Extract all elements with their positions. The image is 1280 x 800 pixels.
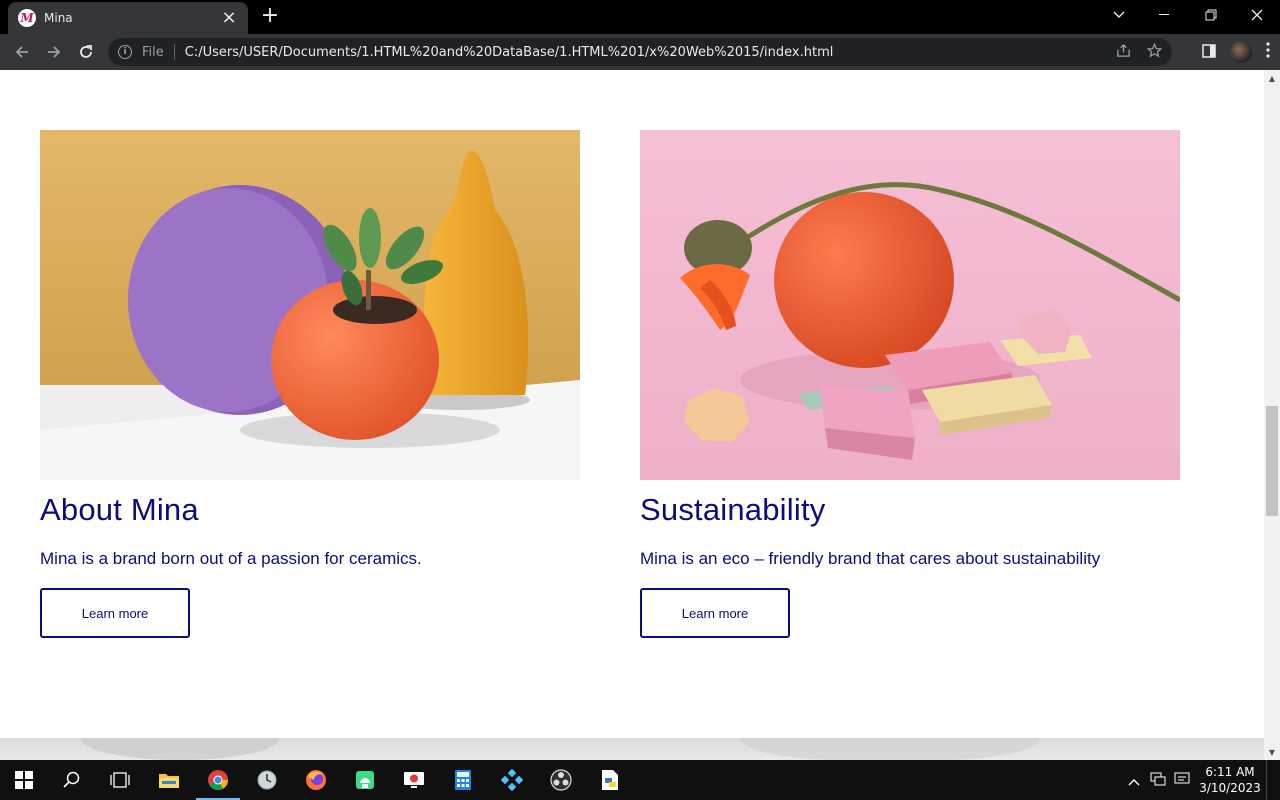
new-tab-icon[interactable]: + [258,5,282,29]
sustainability-learn-more-button[interactable]: Learn more [640,588,790,638]
decor-shape [80,738,280,760]
mina-favicon-icon: M [18,9,36,27]
scroll-down-arrow-icon[interactable]: ▼ [1264,744,1280,760]
tab-close-icon[interactable]: × [220,9,238,27]
obs-studio-icon[interactable] [537,760,585,800]
url-text[interactable]: C:/Users/USER/Documents/1.HTML%20and%20D… [185,45,834,60]
about-description: Mina is a brand born out of a passion fo… [40,549,422,568]
scroll-up-arrow-icon[interactable]: ▲ [1264,70,1280,86]
firefox-icon[interactable] [292,760,340,800]
side-panel-icon[interactable] [1202,43,1216,62]
windows-taskbar: 6:11 AM 3/10/2023 [0,760,1280,800]
decor-shape [740,738,1040,760]
clock-date: 3/10/2023 [1199,781,1261,795]
sustainability-description: Mina is an eco – friendly brand that car… [640,549,1101,568]
system-tray: 6:11 AM 3/10/2023 [1122,760,1280,800]
file-explorer-icon[interactable] [145,760,193,800]
calculator-icon[interactable] [439,760,487,800]
clock-app-icon[interactable] [243,760,291,800]
about-card: About Mina Mina is a brand born out of a… [40,130,580,638]
minimize-icon[interactable] [1142,0,1188,30]
game-controller-icon[interactable] [488,760,536,800]
page-viewport: About Mina Mina is a brand born out of a… [0,70,1264,760]
search-icon[interactable] [48,760,96,800]
chrome-icon[interactable] [194,760,242,800]
close-window-icon[interactable] [1234,0,1280,30]
language-keyboard-icon[interactable] [1170,771,1194,790]
menu-kebab-icon[interactable] [1266,42,1270,62]
tray-overflow-chevron-icon[interactable] [1122,771,1146,790]
tab-strip: M Mina × + [0,0,1280,34]
taskbar-clock[interactable]: 6:11 AM 3/10/2023 [1194,764,1266,796]
reload-icon[interactable] [70,36,102,68]
bookmark-star-icon[interactable] [1146,42,1163,62]
sustainability-title: Sustainability [640,492,826,527]
network-icon[interactable] [1146,771,1170,790]
about-learn-more-button[interactable]: Learn more [40,588,190,638]
tab-search-icon[interactable] [1096,0,1142,30]
tab-title: Mina [44,11,73,25]
file-label: File [142,44,164,60]
profile-avatar[interactable] [1230,41,1252,63]
windows-start-icon[interactable] [0,760,48,800]
browser-toolbar: i File C:/Users/USER/Documents/1.HTML%20… [0,34,1280,70]
sustainability-image [640,130,1180,480]
restore-icon[interactable] [1188,0,1234,30]
forward-arrow-icon[interactable] [38,36,70,68]
task-view-icon[interactable] [96,760,144,800]
browser-tab[interactable]: M Mina × [8,2,248,34]
share-icon[interactable] [1116,43,1131,62]
back-arrow-icon[interactable] [6,36,38,68]
divider [173,44,175,60]
android-studio-icon[interactable] [341,760,389,800]
python-file-icon[interactable] [586,760,634,800]
address-bar[interactable]: i File C:/Users/USER/Documents/1.HTML%20… [108,38,1172,66]
about-image [40,130,580,480]
sustainability-card: Sustainability Mina is an eco – friendly… [640,130,1180,638]
scrollbar-thumb[interactable] [1266,406,1278,516]
site-info-icon[interactable]: i [118,45,132,59]
screen-recorder-icon[interactable] [390,760,438,800]
show-desktop-button[interactable] [1266,760,1280,800]
about-title: About Mina [40,492,199,527]
next-section-preview [0,738,1264,760]
page-scrollbar[interactable]: ▲ ▼ [1264,70,1280,760]
clock-time: 6:11 AM [1205,765,1255,779]
